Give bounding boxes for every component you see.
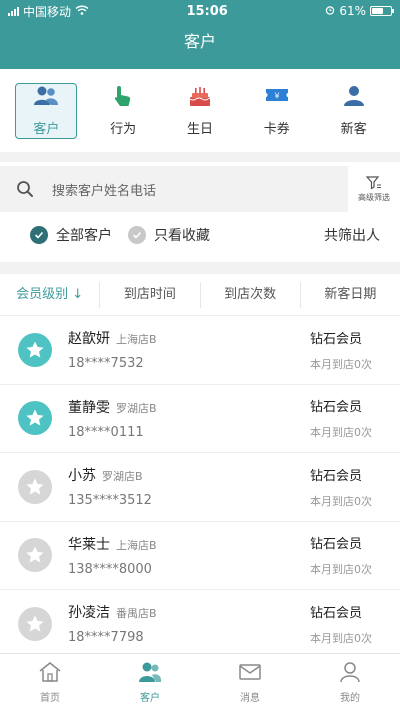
member-level: 钻石会员 (310, 537, 363, 553)
tab-label: 行为 (110, 122, 137, 137)
ticket-icon: ¥ (264, 84, 290, 112)
pointer-hand-icon (110, 84, 136, 112)
favorites-only-label: 只看收藏 (154, 228, 210, 244)
sort-option[interactable]: 到店时间 (100, 281, 201, 308)
bottom-nav-label: 消息 (240, 693, 260, 704)
home-icon (38, 661, 62, 686)
advanced-filter-button[interactable]: 高级筛选 (348, 162, 400, 216)
monthly-visits: 本月到店0次 (310, 494, 372, 508)
checked-icon (30, 226, 48, 244)
all-customers-radio[interactable]: 全部客户 (30, 225, 112, 245)
all-customers-label: 全部客户 (56, 228, 112, 244)
customer-store: 罗湖店B (116, 401, 157, 415)
customer-row[interactable]: 赵歆妍 上海店B 18****7532 钻石会员本月到店0次 (0, 316, 400, 385)
monthly-visits: 本月到店0次 (310, 357, 372, 371)
star-icon[interactable] (18, 401, 52, 436)
monthly-visits: 本月到店0次 (310, 631, 372, 645)
customer-name: 华莱士 (68, 536, 110, 553)
customer-name: 小苏 (68, 468, 96, 485)
customer-name: 孙凌洁 (68, 605, 110, 622)
customer-row[interactable]: 小苏 罗湖店B 135****3512 钻石会员本月到店0次 (0, 453, 400, 522)
customer-store: 罗湖店B (102, 470, 143, 484)
member-level: 钻石会员 (310, 400, 363, 416)
tab-people[interactable]: 客户 (15, 82, 78, 139)
customer-icon (138, 661, 162, 686)
sort-bar: 会员级别 ↓ 到店时间 到店次数 新客日期 (0, 274, 400, 316)
customer-phone: 18****7532 (68, 356, 144, 372)
people-icon (33, 84, 59, 112)
tab-label: 客户 (33, 122, 60, 137)
star-icon[interactable] (18, 538, 52, 573)
battery-icon (369, 6, 394, 16)
bottom-nav-profile[interactable]: 我的 (320, 661, 380, 704)
mail-icon (238, 661, 262, 686)
search-panel: 搜索客户姓名电话 高级筛选 全部客户 只看收藏 共筛出人 (0, 162, 400, 262)
tab-label: 新客 (340, 122, 367, 137)
customer-name: 董静雯 (68, 399, 110, 416)
customer-row[interactable]: 华莱士 上海店B 138****8000 钻石会员本月到店0次 (0, 522, 400, 590)
star-icon[interactable] (18, 332, 52, 367)
status-time: 15:06 (186, 3, 228, 19)
cake-icon (187, 84, 213, 112)
person-icon (341, 84, 367, 112)
bottom-nav-customer[interactable]: 客户 (120, 661, 180, 704)
unchecked-icon (128, 226, 146, 244)
monthly-visits: 本月到店0次 (310, 426, 372, 440)
customer-row[interactable]: 孙凌洁 番禺店B 18****7798 钻石会员本月到店0次 (0, 590, 400, 659)
tab-cake[interactable]: 生日 (169, 83, 231, 139)
search-input[interactable]: 搜索客户姓名电话 (0, 166, 348, 212)
customer-store: 上海店B (116, 538, 157, 552)
monthly-visits: 本月到店0次 (310, 563, 372, 577)
result-count: 共筛出人 (324, 228, 380, 244)
customer-phone: 18****0111 (68, 424, 144, 440)
wifi-icon (75, 4, 89, 18)
carrier-text: 中国移动 (23, 4, 72, 19)
star-icon[interactable] (18, 606, 52, 641)
customer-store: 番禺店B (116, 607, 157, 621)
search-placeholder: 搜索客户姓名电话 (52, 183, 157, 199)
bottom-nav-label: 首页 (40, 693, 60, 704)
customer-phone: 135****3512 (68, 493, 152, 509)
header: 中国移动 15:06 61% 客户 (0, 0, 400, 69)
status-bar: 中国移动 15:06 61% (0, 0, 400, 22)
sort-option[interactable]: 到店次数 (201, 281, 301, 308)
signal-icon (8, 6, 19, 16)
filter-label: 高级筛选 (358, 192, 390, 202)
svg-text:¥: ¥ (274, 92, 279, 101)
customer-list: 赵歆妍 上海店B 18****7532 钻石会员 本月到店0次 董静雯 罗湖店B 18****… (0, 316, 400, 659)
alarm-icon (325, 4, 335, 18)
tab-ticket[interactable]: ¥ 卡券 (246, 83, 308, 139)
customer-phone: 138****8000 (68, 561, 152, 577)
profile-icon (338, 661, 362, 686)
battery-text: 61% (339, 4, 366, 18)
customer-row[interactable]: 董静雯 罗湖店B 18****0111 钻石会员本月到店0次 (0, 385, 400, 453)
favorites-only-radio[interactable]: 只看收藏 (128, 225, 210, 245)
tab-person[interactable]: 新客 (323, 83, 385, 139)
customer-store: 上海店B (116, 333, 157, 347)
member-level: 钻石会员 (310, 605, 363, 621)
tab-pointer-hand[interactable]: 行为 (92, 83, 154, 139)
bottom-nav: 首页 客户 消息 我的 (0, 653, 400, 711)
tab-label: 卡券 (263, 122, 290, 137)
bottom-nav-label: 客户 (140, 693, 160, 704)
category-tabs: 客户 行为 生日 ¥ 卡券 新客 (0, 69, 400, 152)
member-level: 钻石会员 (310, 331, 363, 347)
page-title: 客户 (183, 32, 216, 51)
sort-option[interactable]: 会员级别 ↓ (0, 281, 101, 308)
bottom-nav-label: 我的 (340, 693, 360, 704)
filter-icon (366, 175, 381, 190)
bottom-nav-mail[interactable]: 消息 (220, 661, 280, 704)
bottom-nav-home[interactable]: 首页 (20, 661, 80, 704)
member-level: 钻石会员 (310, 468, 363, 484)
search-icon (17, 181, 33, 197)
sort-option[interactable]: 新客日期 (301, 282, 400, 308)
customer-name: 赵歆妍 (68, 331, 110, 348)
customer-phone: 18****7798 (68, 630, 144, 646)
tab-label: 生日 (186, 122, 213, 137)
star-icon[interactable] (18, 469, 52, 504)
